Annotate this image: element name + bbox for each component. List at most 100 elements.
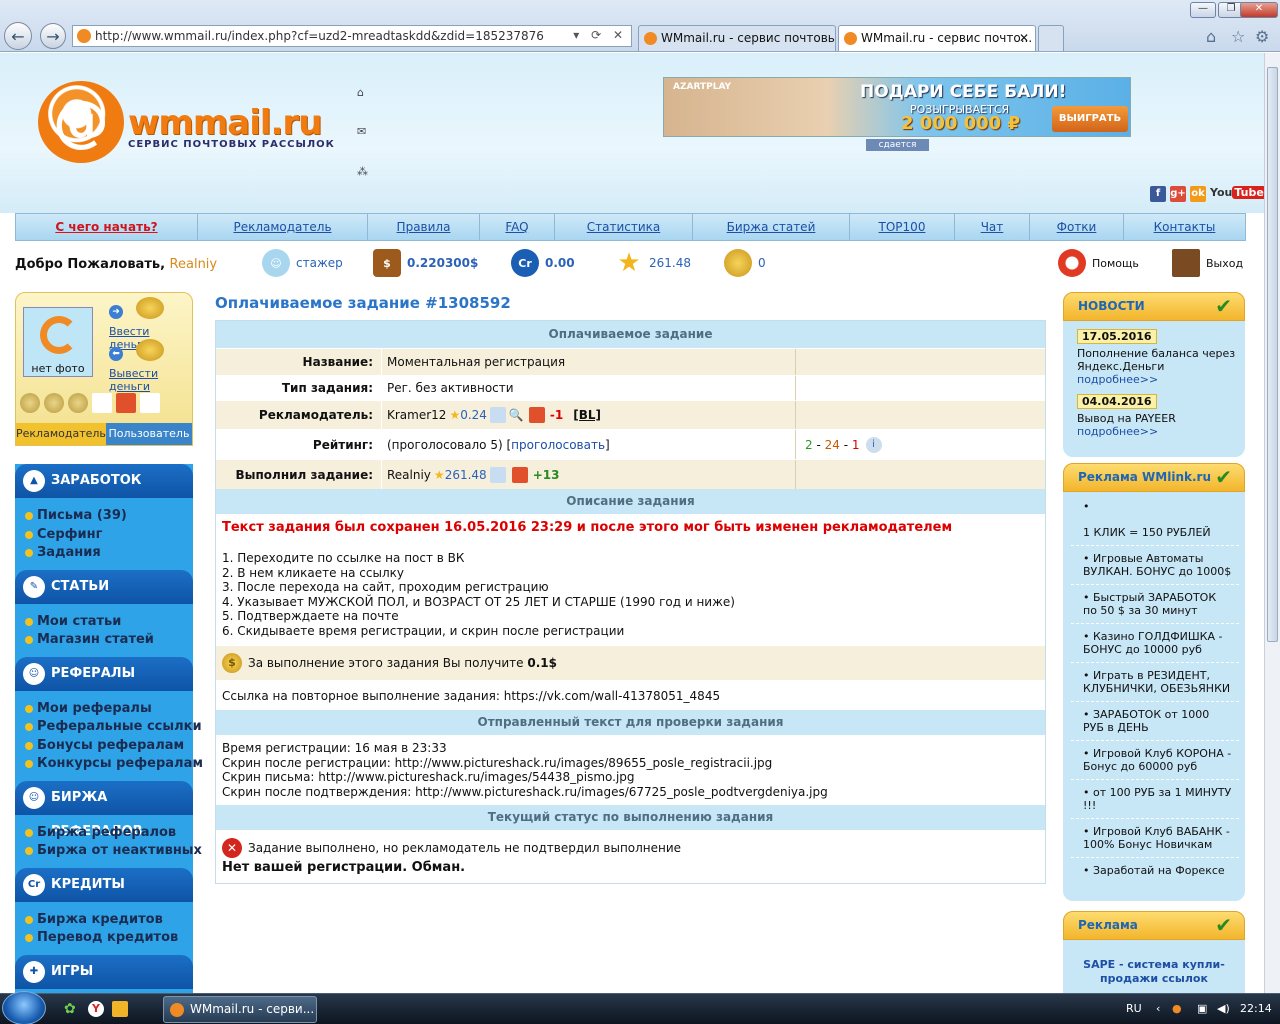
banner-button[interactable]: ВЫИГРАТЬ xyxy=(1052,106,1128,132)
nav-ref-contests[interactable]: Конкурсы рефералам xyxy=(25,756,203,771)
menu-statistics[interactable]: Статистика xyxy=(555,214,693,240)
facebook-icon[interactable]: f xyxy=(1150,186,1166,202)
ad-item[interactable]: • Казино ГОЛДФИШКА - БОНУС до 10000 руб xyxy=(1071,624,1239,663)
ad-link[interactable]: Быстрый ЗАРАБОТОК по 50 $ за 30 минут xyxy=(1083,591,1216,617)
menu-rules[interactable]: Правила xyxy=(368,214,480,240)
page-scrollbar[interactable] xyxy=(1264,53,1280,993)
user-photo[interactable]: нет фото xyxy=(23,307,93,377)
blacklist-link[interactable]: [BL] xyxy=(573,408,601,422)
section-referrals[interactable]: ☺ РЕФЕРАЛЫ xyxy=(15,657,193,691)
sitemap-icon[interactable]: ⁂ xyxy=(357,165,368,178)
help-link[interactable]: Помощь xyxy=(1058,249,1139,277)
yandex-browser-icon[interactable]: Y xyxy=(88,1001,104,1017)
menu-chat[interactable]: Чат xyxy=(955,214,1030,240)
volume-icon[interactable]: ◀) xyxy=(1217,1002,1230,1015)
menu-start[interactable]: С чего начать? xyxy=(16,214,198,240)
mail-icon[interactable] xyxy=(489,407,506,423)
mail-icon[interactable] xyxy=(489,466,506,483)
ad-link[interactable]: ЗАРАБОТОК от 1000 РУБ в ДЕНЬ xyxy=(1083,708,1209,734)
start-button[interactable] xyxy=(2,991,46,1024)
minimize-button[interactable]: — xyxy=(1190,2,1216,18)
section-earnings[interactable]: ▲ ЗАРАБОТОК xyxy=(15,464,193,498)
ad-item[interactable]: • ЗАРАБОТОК от 1000 РУБ в ДЕНЬ xyxy=(1071,702,1239,741)
section-credits[interactable]: Cr КРЕДИТЫ xyxy=(15,868,193,902)
credits-stat[interactable]: Cr 0.00 xyxy=(511,249,575,277)
ad-link[interactable]: Игровой Клуб ВАБАНК - 100% Бонус Новичка… xyxy=(1083,825,1230,851)
favorites-star-icon[interactable]: ☆ xyxy=(1231,27,1245,46)
language-indicator[interactable]: RU xyxy=(1126,1002,1142,1015)
nav-letters[interactable]: Письма (39) xyxy=(25,508,127,523)
banner-rent-tag[interactable]: сдается xyxy=(866,139,929,151)
repeat-link[interactable]: https://vk.com/wall-41378051_4845 xyxy=(504,689,720,703)
address-controls-icon[interactable]: ▾ ⟳ ✕ xyxy=(573,28,627,42)
done-user[interactable]: Realniy xyxy=(387,468,431,482)
ad-item[interactable]: • Играть в РЕЗИДЕНТ, КЛУБНИЧКИ, ОБЕЗЬЯНК… xyxy=(1071,663,1239,702)
tab-advertiser[interactable]: Рекламодатель xyxy=(16,423,106,445)
scrollbar-thumb[interactable] xyxy=(1267,67,1278,642)
ad-item[interactable]: • Игровые Автоматы ВУЛКАН. БОНУС до 1000… xyxy=(1071,546,1239,585)
nav-credit-exchange[interactable]: Биржа кредитов xyxy=(25,912,163,927)
tray-app-icon[interactable]: ● xyxy=(1172,1002,1182,1015)
new-tab-button[interactable] xyxy=(1038,25,1064,51)
odnoklassniki-icon[interactable]: ok xyxy=(1190,186,1206,202)
nav-credit-transfer[interactable]: Перевод кредитов xyxy=(25,930,178,945)
forward-button[interactable]: → xyxy=(40,23,66,49)
home-icon[interactable]: ⌂ xyxy=(1206,27,1216,46)
ad-item[interactable]: • Игровой Клуб ВАБАНК - 100% Бонус Нович… xyxy=(1071,819,1239,858)
tray-expand-icon[interactable]: ‹ xyxy=(1156,1002,1160,1015)
menu-photos[interactable]: Фотки xyxy=(1030,214,1124,240)
tab-wmmail-1[interactable]: WMmail.ru - сервис почтовы... xyxy=(638,25,836,51)
section-articles[interactable]: ✎ СТАТЬИ xyxy=(15,570,193,604)
ad-link[interactable]: Заработай на Форексе xyxy=(1093,864,1225,877)
address-bar[interactable]: http://www.wmmail.ru/index.php?cf=uzd2-m… xyxy=(72,25,632,47)
coins-stat[interactable]: 0 xyxy=(724,249,766,277)
balance-stat[interactable]: $0.220300$ xyxy=(373,249,478,277)
sape-link[interactable]: SAPE - система купли-продажи ссылок xyxy=(1083,958,1225,985)
vote-link[interactable]: проголосовать xyxy=(511,438,605,452)
welcome-user[interactable]: Realniy xyxy=(170,257,218,272)
menu-contacts[interactable]: Контакты xyxy=(1124,214,1245,240)
ad-link[interactable]: Играть в РЕЗИДЕНТ, КЛУБНИЧКИ, ОБЕЗЬЯНКИ xyxy=(1083,669,1230,695)
ad-link[interactable]: 1 КЛИК = 150 РУБЛЕЙ xyxy=(1083,526,1211,539)
ad-item[interactable]: • от 100 РУБ за 1 МИНУТУ !!! xyxy=(1071,780,1239,819)
adv-name[interactable]: Kramer12 xyxy=(387,408,446,422)
youtube-icon[interactable]: You Tube xyxy=(1210,186,1264,199)
nav-ref-links[interactable]: Реферальные ссылки xyxy=(25,719,202,734)
back-button[interactable]: ← xyxy=(4,22,32,50)
ad-item[interactable]: • Заработай на Форексе xyxy=(1071,858,1239,883)
ad-banner[interactable]: AZARTPLAY ПОДАРИ СЕБЕ БАЛИ! РОЗЫГРЫВАЕТС… xyxy=(663,77,1131,137)
exit-link[interactable]: Выход xyxy=(1172,249,1243,277)
news-more-link[interactable]: подробнее>> xyxy=(1077,373,1245,386)
media-player-icon[interactable] xyxy=(112,1001,128,1017)
nav-ref-exchange[interactable]: Биржа рефералов xyxy=(25,825,176,840)
news-more-link[interactable]: подробнее>> xyxy=(1077,425,1245,438)
nav-my-referrals[interactable]: Мои рефералы xyxy=(25,701,152,716)
nav-my-articles[interactable]: Мои статьи xyxy=(25,614,121,629)
close-window-button[interactable]: ✕ xyxy=(1240,2,1278,18)
tools-gear-icon[interactable]: ⚙ xyxy=(1255,27,1269,46)
ad-link[interactable]: Игровые Автоматы ВУЛКАН. БОНУС до 1000$ xyxy=(1083,552,1231,578)
nav-inactive-exchange[interactable]: Биржа от неактивных xyxy=(25,843,202,858)
search-icon[interactable]: 🔍 xyxy=(509,408,524,422)
tab-wmmail-2[interactable]: WMmail.ru - сервис почто... ✕ xyxy=(838,25,1036,51)
ad-link[interactable]: от 100 РУБ за 1 МИНУТУ !!! xyxy=(1083,786,1231,812)
tab-user[interactable]: Пользователь xyxy=(105,423,192,445)
tab-close-icon[interactable]: ✕ xyxy=(1019,31,1029,45)
nav-tasks[interactable]: Задания xyxy=(25,545,101,560)
withdraw-link[interactable]: Вывести деньги xyxy=(109,367,192,393)
rank-stat[interactable]: ☺ стажер xyxy=(262,249,343,277)
section-games[interactable]: ✚ ИГРЫ xyxy=(15,955,193,989)
menu-article-exchange[interactable]: Биржа статей xyxy=(693,214,850,240)
taskbar-ie-window[interactable]: WMmail.ru - серви... xyxy=(163,996,317,1023)
nav-surfing[interactable]: Серфинг xyxy=(25,527,102,542)
section-referral-exchange[interactable]: ☺ БИРЖА РЕФЕРАЛОВ xyxy=(15,781,193,839)
clock[interactable]: 22:14 xyxy=(1240,1002,1272,1015)
home-icon[interactable]: ⌂ xyxy=(357,86,364,99)
google-plus-icon[interactable]: g+ xyxy=(1170,186,1186,202)
ad-link[interactable]: Игровой Клуб КОРОНА - Бонус до 60000 руб xyxy=(1083,747,1231,773)
network-icon[interactable]: ▣ xyxy=(1197,1002,1207,1015)
menu-advertiser[interactable]: Рекламодатель xyxy=(198,214,368,240)
ad-item[interactable]: • 1 КЛИК = 150 РУБЛЕЙ xyxy=(1071,492,1239,546)
nav-article-shop[interactable]: Магазин статей xyxy=(25,632,154,647)
mail-icon[interactable]: ✉ xyxy=(357,125,366,138)
